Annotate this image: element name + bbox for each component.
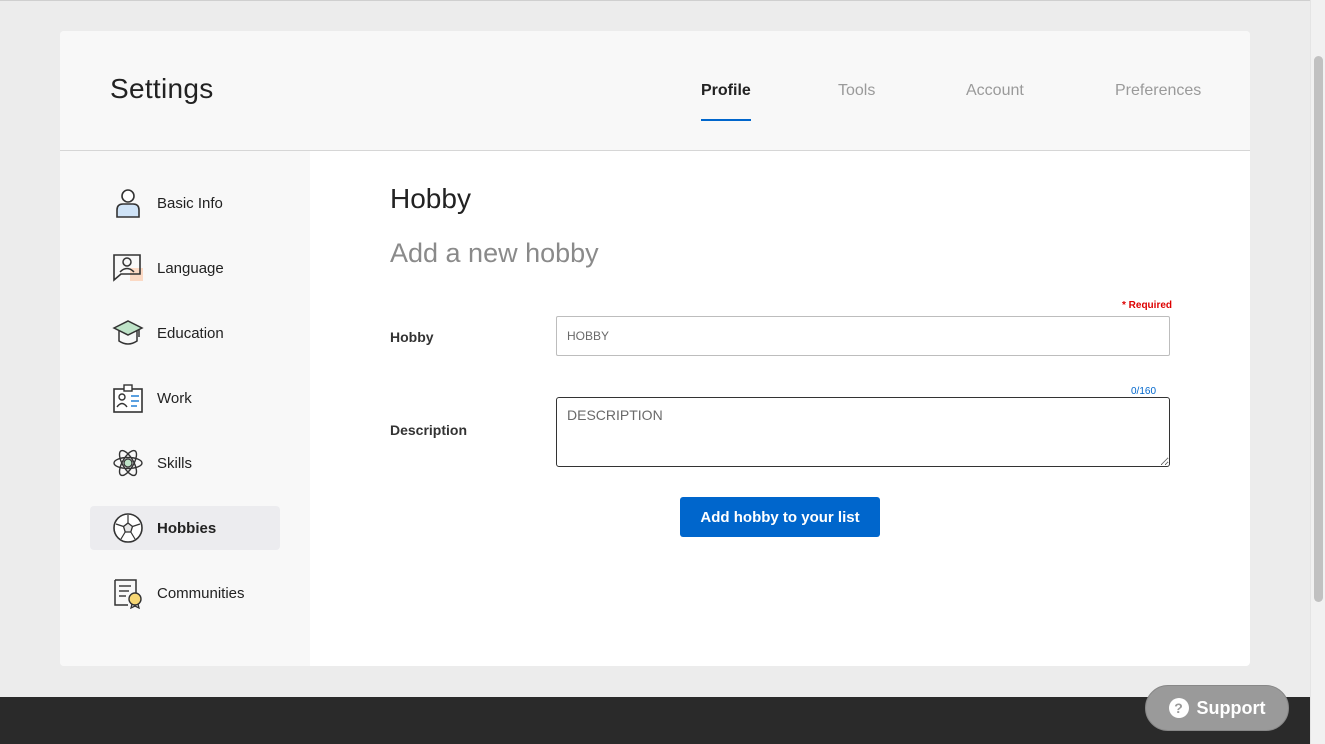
atom-icon: [111, 446, 145, 480]
section-subtitle: Add a new hobby: [390, 238, 599, 268]
page-title: Settings: [110, 73, 214, 104]
top-border: [0, 0, 1310, 1]
settings-header: Settings Profile Tools Account Preferenc…: [60, 31, 1250, 151]
tab-account[interactable]: Account: [966, 82, 1024, 122]
sidebar-item-label: Hobbies: [157, 519, 217, 537]
description-textarea[interactable]: [556, 397, 1170, 467]
tab-preferences[interactable]: Preferences: [1115, 82, 1201, 122]
add-hobby-button[interactable]: Add hobby to your list: [680, 497, 880, 537]
soccer-ball-icon: [111, 511, 145, 545]
tab-profile[interactable]: Profile: [701, 82, 751, 122]
id-badge-icon: [111, 381, 145, 415]
sidebar-item-language[interactable]: Language: [90, 246, 280, 290]
tab-profile-label: Profile: [701, 82, 751, 99]
tab-tools-label: Tools: [838, 82, 876, 99]
person-icon: [111, 186, 145, 220]
speech-bubble-icon: [111, 251, 145, 285]
hobby-label: Hobby: [390, 329, 434, 345]
description-label: Description: [390, 422, 468, 438]
section-title: Hobby: [390, 183, 471, 214]
tab-preferences-label: Preferences: [1115, 82, 1202, 99]
scrollbar[interactable]: [1310, 0, 1325, 744]
hobby-input[interactable]: [556, 316, 1170, 356]
support-label: Support: [1196, 697, 1266, 718]
sidebar-item-basic-info[interactable]: Basic Info: [90, 181, 280, 225]
sidebar-item-label: Work: [157, 389, 192, 407]
tab-tools[interactable]: Tools: [838, 82, 875, 122]
sidebar-item-label: Communities: [157, 584, 245, 602]
sidebar: Basic Info Language Education Work Skill…: [60, 151, 310, 666]
question-icon: ?: [1168, 698, 1189, 718]
character-counter: 0/160: [1131, 386, 1157, 397]
support-button[interactable]: ? Support: [1145, 685, 1289, 731]
sidebar-item-work[interactable]: Work: [90, 376, 280, 420]
sidebar-item-education[interactable]: Education: [90, 311, 280, 355]
certificate-icon: [111, 576, 145, 610]
sidebar-item-communities[interactable]: Communities: [90, 571, 280, 615]
sidebar-item-label: Education: [157, 324, 224, 342]
sidebar-item-skills[interactable]: Skills: [90, 441, 280, 485]
scrollbar-thumb[interactable]: [1314, 56, 1323, 602]
sidebar-item-label: Skills: [157, 454, 193, 472]
sidebar-item-label: Language: [157, 259, 224, 277]
sidebar-item-label: Basic Info: [157, 194, 223, 212]
graduation-cap-icon: [111, 316, 145, 350]
required-note: * Required: [1122, 300, 1173, 311]
settings-card: Settings Profile Tools Account Preferenc…: [60, 31, 1250, 666]
active-tab-underline: [701, 119, 751, 121]
sidebar-item-hobbies[interactable]: Hobbies: [90, 506, 280, 550]
tab-account-label: Account: [966, 82, 1024, 99]
footer: [0, 697, 1310, 744]
